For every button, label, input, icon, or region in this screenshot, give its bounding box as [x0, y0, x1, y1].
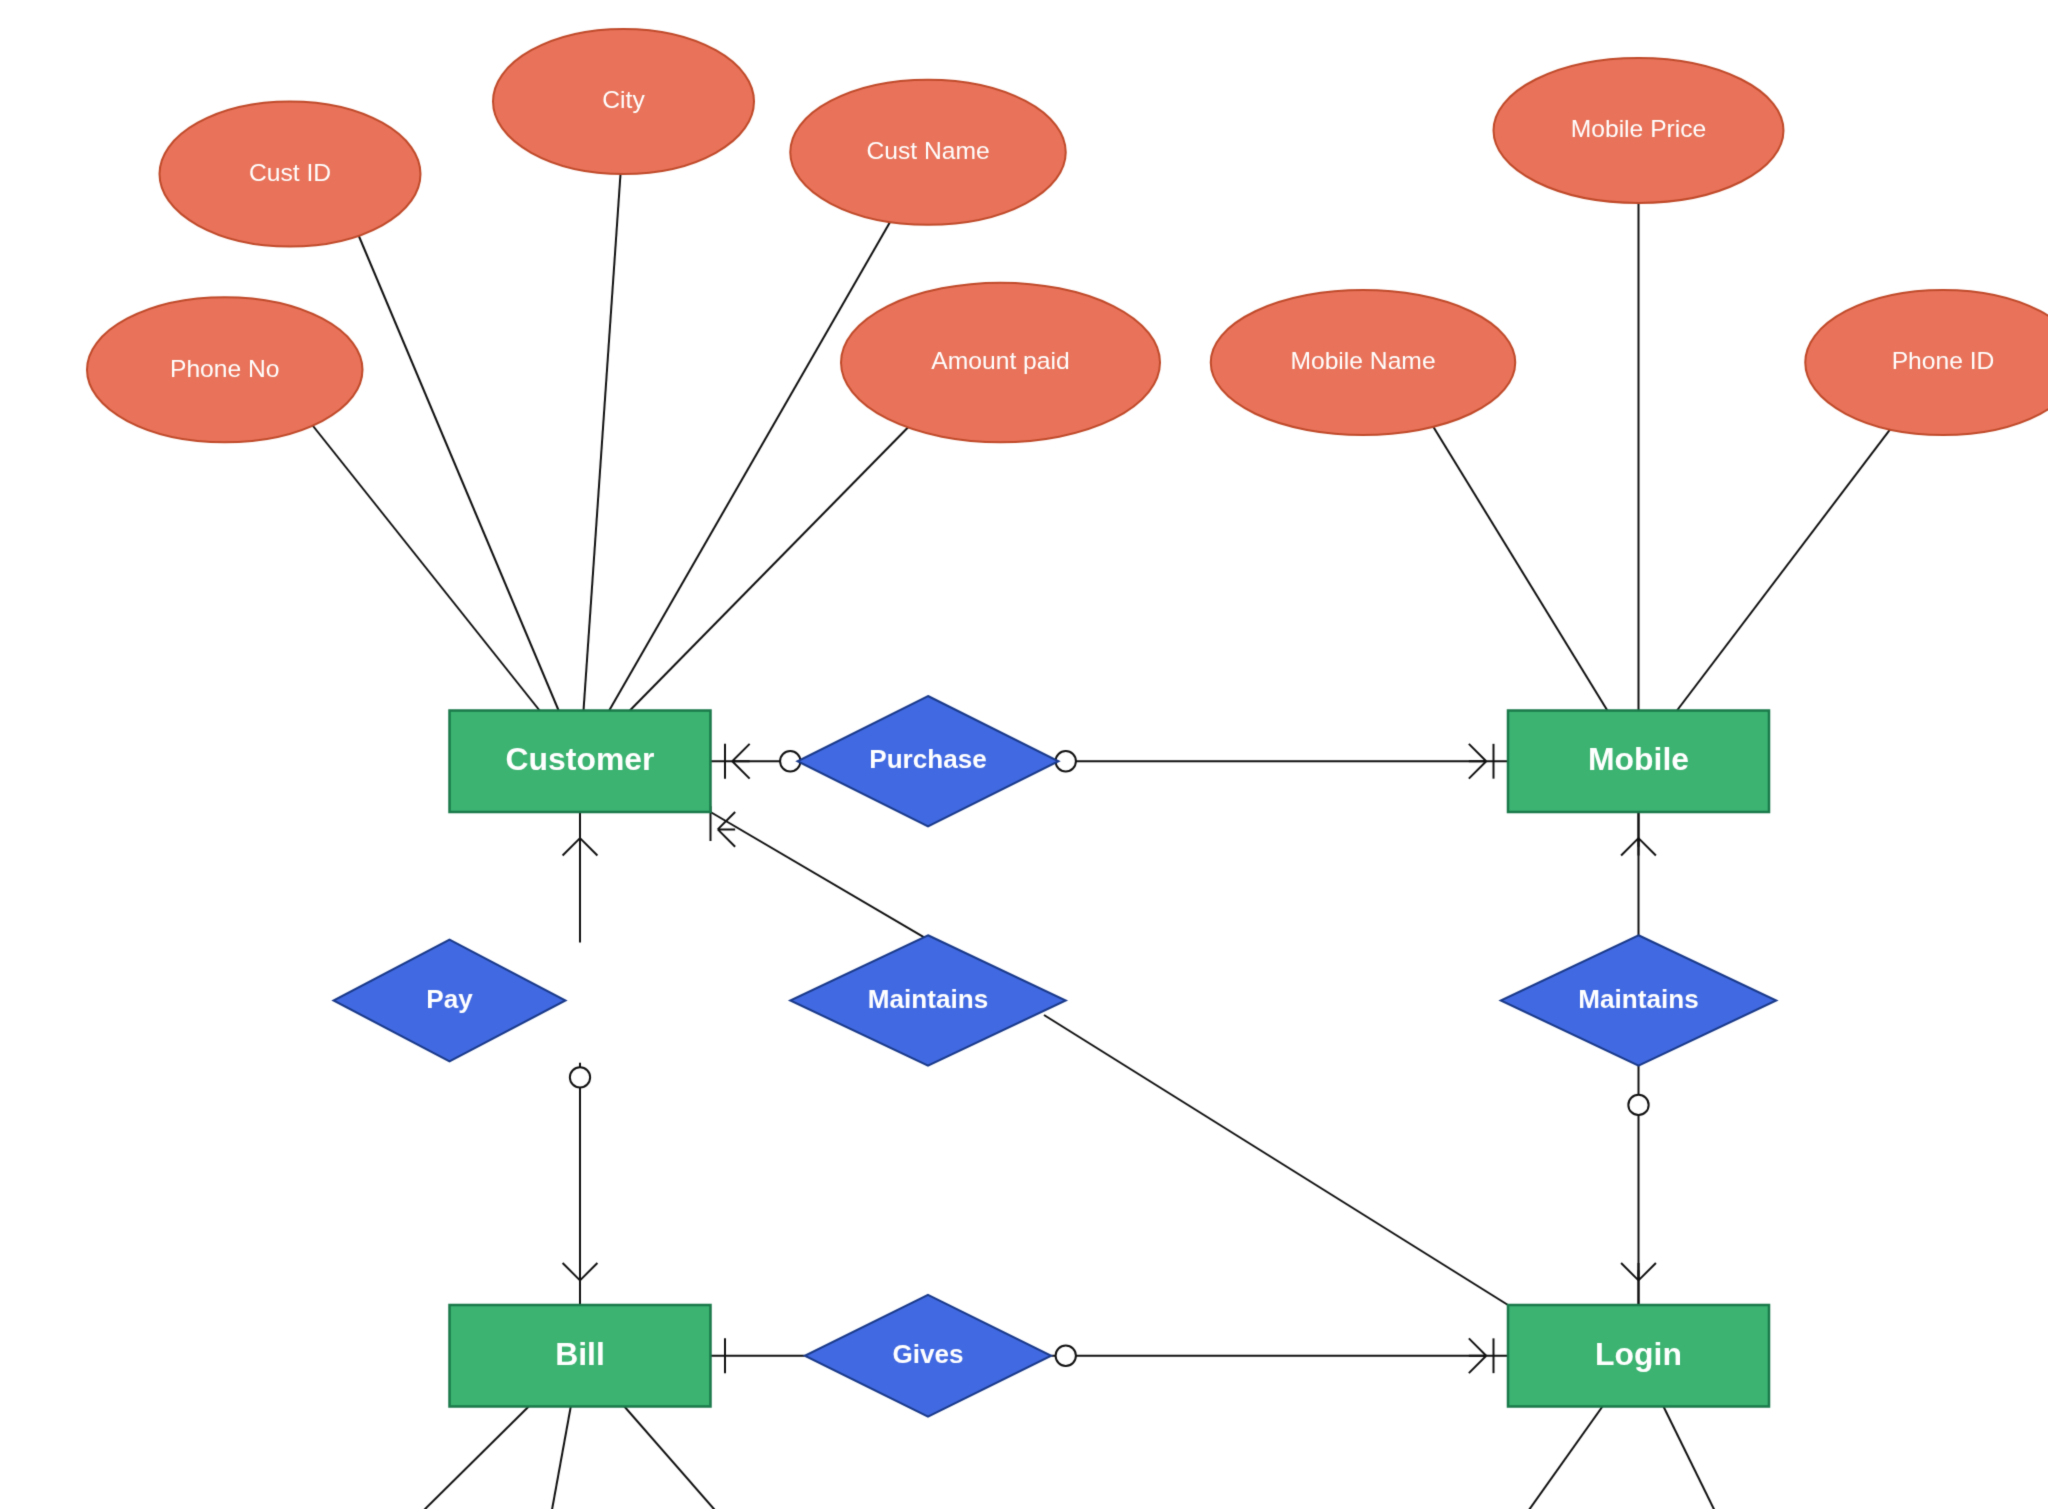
er-diagram — [0, 0, 2048, 1509]
